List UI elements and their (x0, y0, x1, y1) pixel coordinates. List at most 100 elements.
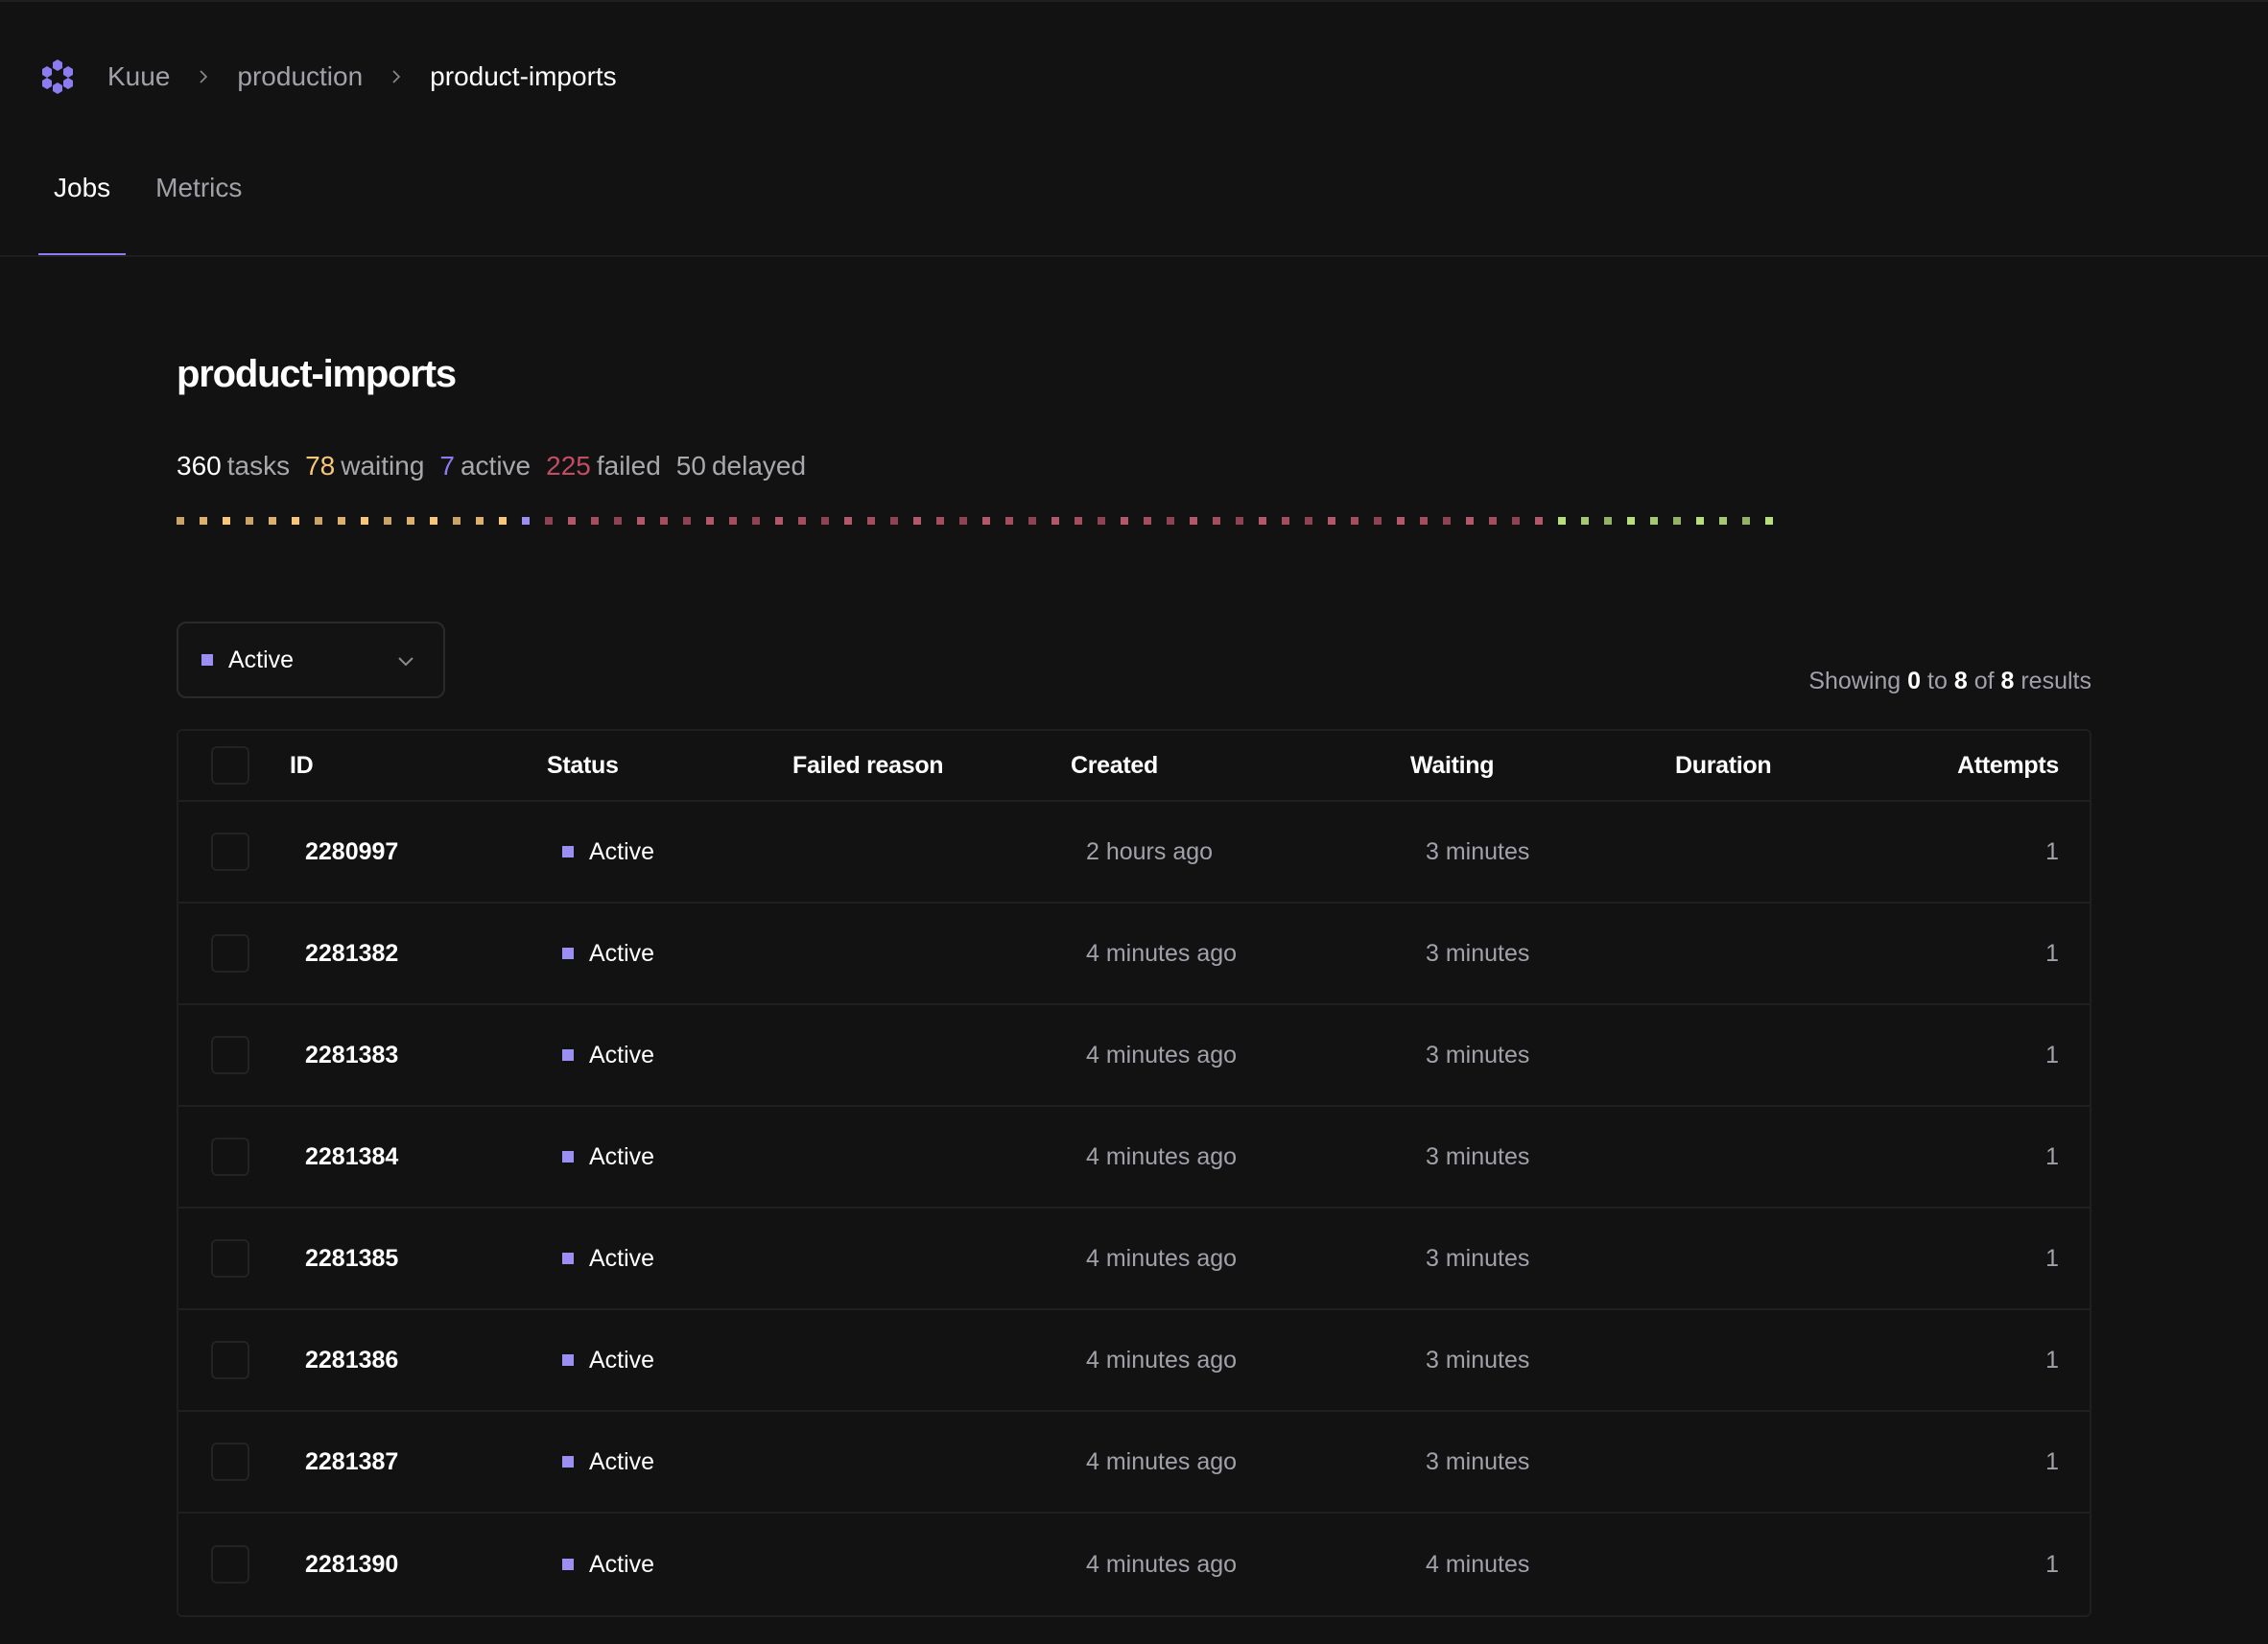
column-header-attempts[interactable]: Attempts (1957, 752, 2059, 780)
status-dot-failed (775, 517, 783, 525)
status-dot-waiting (430, 517, 437, 525)
created-time: 4 minutes ago (1086, 1142, 1238, 1170)
stat-failed: 225 failed (546, 451, 661, 481)
attempts: 1 (2045, 1550, 2059, 1578)
job-id[interactable]: 2281386 (305, 1347, 398, 1374)
column-header-duration[interactable]: Duration (1675, 752, 1772, 780)
table-row[interactable]: 2281390 Active 4 minutes ago 4 minutes 1 (178, 1514, 2090, 1615)
stat-tasks: 360 tasks (177, 451, 291, 481)
status-color-swatch (562, 1559, 574, 1570)
row-checkbox[interactable] (211, 1138, 249, 1176)
table-row[interactable]: 2281387 Active 4 minutes ago 3 minutes 1 (178, 1412, 2090, 1514)
row-checkbox[interactable] (211, 934, 249, 973)
status-color-swatch (562, 1354, 574, 1366)
column-header-id[interactable]: ID (290, 752, 314, 780)
table-row[interactable]: 2281386 Active 4 minutes ago 3 minutes 1 (178, 1310, 2090, 1412)
status-badge: Active (562, 1143, 654, 1171)
column-header-failed-reason[interactable]: Failed reason (792, 752, 944, 780)
row-checkbox[interactable] (211, 1545, 249, 1584)
job-id[interactable]: 2280997 (305, 838, 398, 866)
status-dot-failed (1005, 517, 1013, 525)
created-time: 4 minutes ago (1086, 1041, 1238, 1069)
table-row[interactable]: 2281385 Active 4 minutes ago 3 minutes 1 (178, 1209, 2090, 1310)
job-id[interactable]: 2281384 (305, 1143, 398, 1171)
job-id[interactable]: 2281383 (305, 1042, 398, 1069)
status-dot-failed (1051, 517, 1059, 525)
status-dot-waiting (499, 517, 507, 525)
kuue-logo-icon[interactable] (38, 58, 77, 96)
status-dot-waiting (200, 517, 207, 525)
attempts: 1 (2045, 837, 2059, 865)
column-header-status[interactable]: Status (547, 752, 619, 780)
status-dot-failed (844, 517, 852, 525)
job-id[interactable]: 2281385 (305, 1245, 398, 1273)
status-dot-completed (1673, 517, 1681, 525)
status-dot-failed (1213, 517, 1220, 525)
row-checkbox[interactable] (211, 1239, 249, 1278)
chevron-right-icon (197, 70, 210, 83)
tab-jobs[interactable]: Jobs (38, 153, 127, 255)
status-dot-failed (1190, 517, 1197, 525)
status-dot-failed (890, 517, 898, 525)
status-dot-failed (798, 517, 806, 525)
queue-stats: 360 tasks 78 waiting 7 active 225 failed 50 d… (177, 451, 806, 481)
status-dot-completed (1765, 517, 1773, 525)
status-dot-active (522, 517, 530, 525)
status-dot-waiting (177, 517, 184, 525)
status-dot-failed (982, 517, 990, 525)
breadcrumb-kuue[interactable]: Kuue (107, 61, 170, 92)
table-row[interactable]: 2281383 Active 4 minutes ago 3 minutes 1 (178, 1005, 2090, 1107)
waiting-time: 3 minutes (1426, 1041, 1530, 1069)
waiting-time: 3 minutes (1426, 1244, 1530, 1272)
created-time: 4 minutes ago (1086, 1447, 1238, 1475)
status-dot-waiting (269, 517, 276, 525)
attempts: 1 (2045, 939, 2059, 967)
status-dot-waiting (476, 517, 484, 525)
status-badge: Active (562, 1347, 654, 1374)
row-checkbox[interactable] (211, 1443, 249, 1481)
status-dot-failed (1075, 517, 1082, 525)
stat-waiting: 78 waiting (305, 451, 425, 481)
status-color-swatch (562, 948, 574, 959)
status-dot-failed (1420, 517, 1428, 525)
table-row[interactable]: 2280997 Active 2 hours ago 3 minutes 1 (178, 802, 2090, 904)
status-dot-failed (1328, 517, 1335, 525)
status-filter-value: Active (228, 646, 295, 673)
job-id[interactable]: 2281382 (305, 940, 398, 968)
status-badge: Active (562, 1042, 654, 1069)
table-row[interactable]: 2281384 Active 4 minutes ago 3 minutes 1 (178, 1107, 2090, 1209)
results-summary: Showing 0 to 8 of 8 results (1808, 668, 2091, 694)
row-checkbox[interactable] (211, 1341, 249, 1379)
status-dot-failed (591, 517, 599, 525)
row-checkbox[interactable] (211, 1036, 249, 1074)
waiting-time: 3 minutes (1426, 1447, 1530, 1475)
breadcrumb-production[interactable]: production (237, 61, 363, 92)
status-filter-dropdown[interactable]: Active (177, 622, 445, 698)
job-id[interactable]: 2281387 (305, 1448, 398, 1476)
status-dot-waiting (407, 517, 414, 525)
status-dot-completed (1604, 517, 1612, 525)
select-all-checkbox[interactable] (211, 746, 249, 785)
job-id[interactable]: 2281390 (305, 1551, 398, 1579)
chevron-down-icon (398, 657, 413, 667)
row-checkbox[interactable] (211, 833, 249, 871)
status-dot-failed (1259, 517, 1266, 525)
jobs-table: ID Status Failed reason Created Waiting … (177, 729, 2091, 1617)
tab-metrics[interactable]: Metrics (140, 153, 257, 255)
status-dot-failed (1167, 517, 1174, 525)
waiting-time: 3 minutes (1426, 1142, 1530, 1170)
status-dot-failed (568, 517, 576, 525)
waiting-time: 4 minutes (1426, 1550, 1530, 1578)
status-color-swatch (562, 1151, 574, 1163)
status-dot-failed (614, 517, 622, 525)
status-color-swatch (562, 1456, 574, 1468)
column-header-created[interactable]: Created (1071, 752, 1158, 780)
waiting-time: 3 minutes (1426, 1346, 1530, 1374)
page-title: product-imports (177, 353, 457, 395)
status-dot-failed (1282, 517, 1289, 525)
chevron-right-icon (390, 70, 403, 83)
table-row[interactable]: 2281382 Active 4 minutes ago 3 minutes 1 (178, 904, 2090, 1005)
status-dot-failed (867, 517, 875, 525)
column-header-waiting[interactable]: Waiting (1410, 752, 1495, 780)
tab-divider (0, 255, 2268, 257)
